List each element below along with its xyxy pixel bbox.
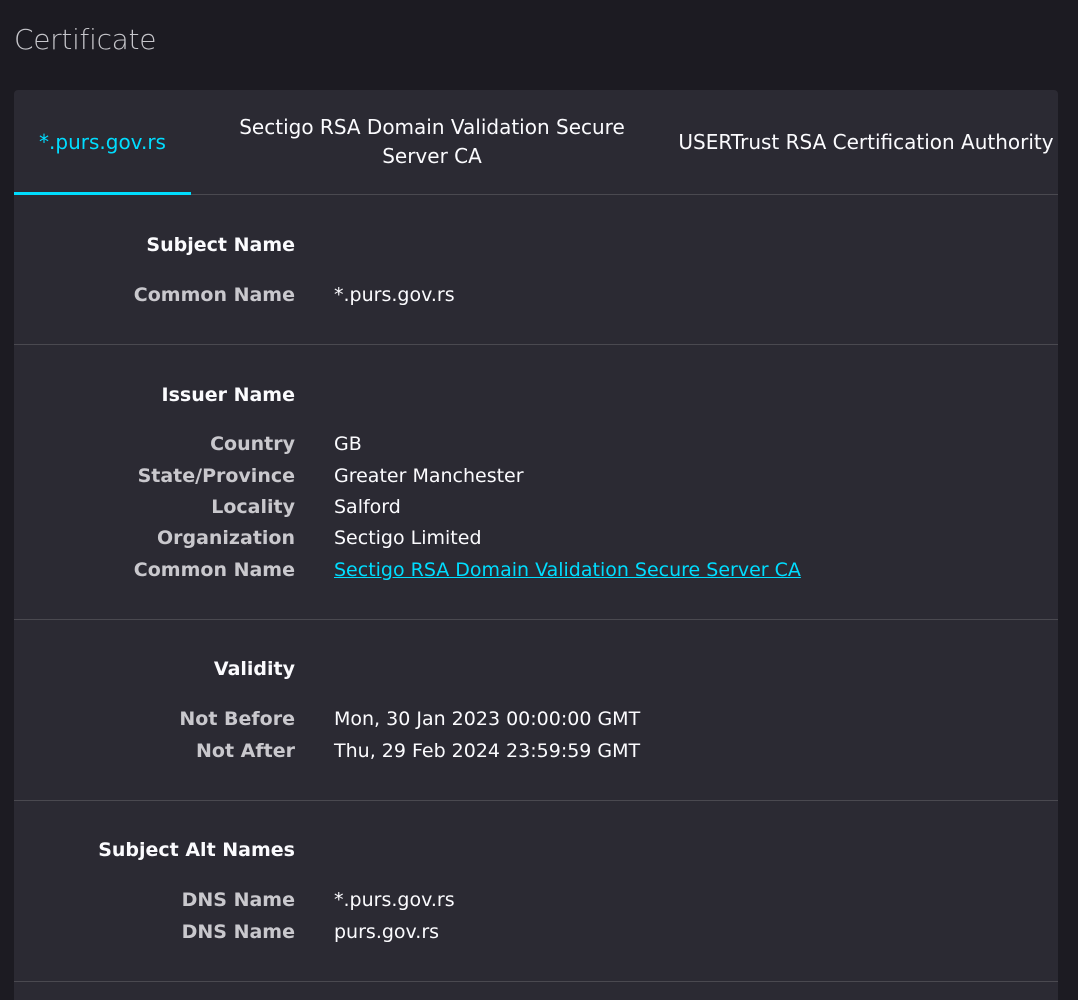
row-label: Common Name [133,284,295,306]
row-value: Greater Manchester [334,465,524,487]
row-value: purs.gov.rs [334,921,440,943]
section-heading: Subject Alt Names [98,839,295,861]
section-heading: Subject Name [146,234,295,256]
info-row: Country GB [14,431,1058,463]
subject-alt-names-section: Subject Alt Names DNS Name *.purs.gov.rs… [14,801,1058,982]
row-value: *.purs.gov.rs [334,889,455,911]
row-label: Not After [196,740,295,762]
row-label: State/Province [137,465,295,487]
info-row: Not Before Mon, 30 Jan 2023 00:00:00 GMT [14,706,1058,738]
row-value: GB [334,433,362,455]
section-heading: Issuer Name [161,384,296,406]
info-row: Locality Salford [14,494,1058,526]
info-row: Not After Thu, 29 Feb 2024 23:59:59 GMT [14,738,1058,770]
info-row: Common Name Sectigo RSA Domain Validatio… [14,557,1058,589]
row-label: DNS Name [181,889,295,911]
row-label: Not Before [179,708,295,730]
page-title: Certificate [14,23,157,56]
tab-intermediate-certificate[interactable]: Sectigo RSA Domain Validation Secure Ser… [219,90,645,194]
row-label: Country [210,433,295,455]
section-heading: Validity [213,658,295,680]
certificate-card: *.purs.gov.rs Sectigo RSA Domain Validat… [14,90,1058,1000]
certificate-tabs: *.purs.gov.rs Sectigo RSA Domain Validat… [14,90,1058,195]
row-label: DNS Name [181,921,295,943]
tab-leaf-certificate[interactable]: *.purs.gov.rs [14,90,191,194]
info-row: Common Name *.purs.gov.rs [14,282,1058,314]
tab-root-certificate[interactable]: USERTrust RSA Certification Authority [678,90,1054,194]
row-label: Organization [156,527,295,549]
subject-name-section: Subject Name Common Name *.purs.gov.rs [14,195,1058,345]
row-label: Common Name [133,559,295,581]
info-row: DNS Name purs.gov.rs [14,919,1058,951]
row-value: Salford [334,496,401,518]
issuer-name-section: Issuer Name Country GB State/Province Gr… [14,345,1058,620]
row-value: Thu, 29 Feb 2024 23:59:59 GMT [334,740,641,762]
row-label: Locality [211,496,295,518]
info-row: State/Province Greater Manchester [14,463,1058,495]
validity-section: Validity Not Before Mon, 30 Jan 2023 00:… [14,620,1058,801]
info-row: DNS Name *.purs.gov.rs [14,887,1058,919]
row-value: Mon, 30 Jan 2023 00:00:00 GMT [334,708,641,730]
info-row: Organization Sectigo Limited [14,525,1058,557]
row-value: Sectigo Limited [334,527,482,549]
issuer-common-name-link[interactable]: Sectigo RSA Domain Validation Secure Ser… [334,557,801,583]
row-value: *.purs.gov.rs [334,284,455,306]
